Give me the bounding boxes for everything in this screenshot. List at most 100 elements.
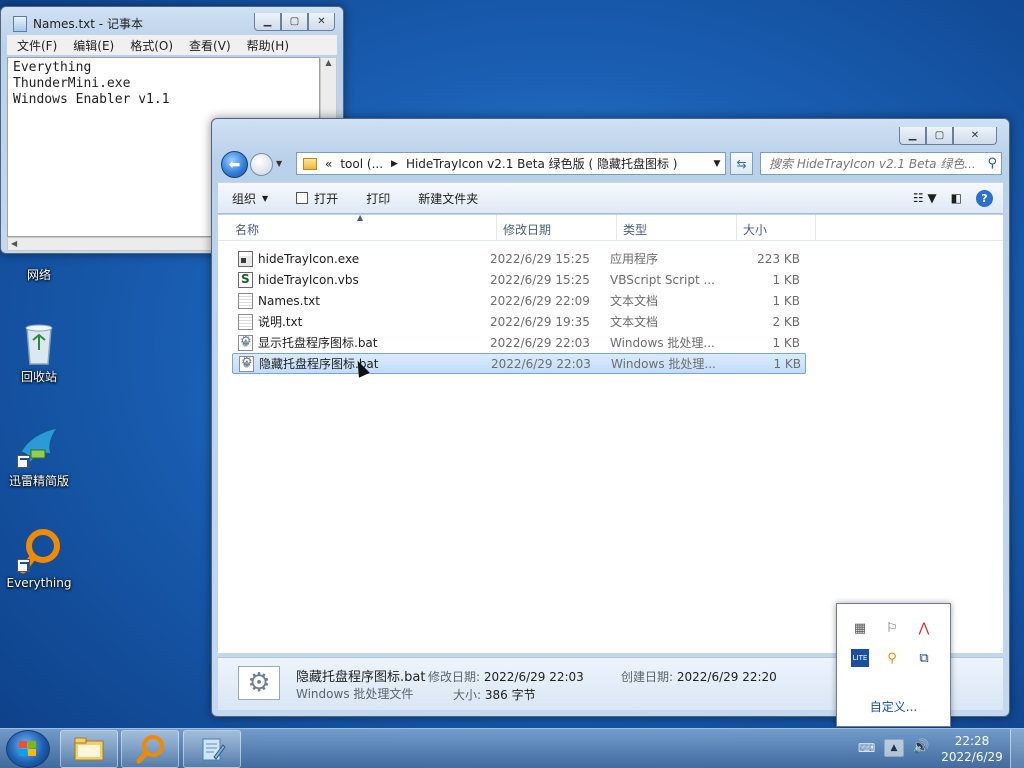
- search-icon[interactable]: ⚲: [987, 156, 997, 171]
- address-dropdown-icon[interactable]: ▼: [709, 159, 725, 169]
- search-box[interactable]: 搜索 HideTrayIcon v2.1 Beta 绿色... ⚲: [760, 152, 1002, 175]
- table-row[interactable]: hideTrayIcon.exe 2022/6/29 15:25 应用程序 22…: [232, 248, 806, 269]
- scroll-left-icon[interactable]: ◀: [11, 239, 17, 248]
- details-size: 大小: 386 字节: [453, 686, 536, 703]
- notepad-titlebar[interactable]: Names.txt - 记事本: [13, 15, 143, 32]
- close-button[interactable]: ✕: [308, 13, 335, 31]
- chevron-down-icon: ▼: [262, 193, 269, 203]
- search-placeholder: 搜索 HideTrayIcon v2.1 Beta 绿色...: [769, 157, 976, 171]
- close-button[interactable]: ✕: [953, 127, 997, 145]
- app-triangle-icon[interactable]: ⋀: [915, 619, 933, 637]
- minimize-button[interactable]: ▁: [899, 127, 926, 145]
- command-bar: 组织 ▼ 打开 打印 新建文件夹 ☷ ▼ ◧ ?: [218, 182, 1003, 214]
- refresh-icon: ⇆: [736, 156, 747, 171]
- taskbar-everything-button[interactable]: [121, 730, 179, 768]
- desktop-icon-thunder[interactable]: 迅雷精简版: [0, 424, 78, 489]
- address-bar[interactable]: « tool (... ▶ HideTrayIcon v2.1 Beta 绿色版…: [296, 152, 726, 175]
- menu-file[interactable]: 文件(F): [9, 37, 65, 54]
- maximize-button[interactable]: ▢: [281, 13, 308, 31]
- forward-button[interactable]: [250, 153, 273, 176]
- file-date: 2022/6/29 22:03: [490, 335, 590, 350]
- menu-format[interactable]: 格式(O): [122, 37, 181, 54]
- chevron-up-icon: ▲: [890, 743, 898, 753]
- tray-icon-grid: ▦ ⚐ ⋀ LITE ⚲ ⧉: [851, 619, 947, 667]
- notepad-icon: [202, 738, 226, 761]
- breadcrumb-current[interactable]: HideTrayIcon v2.1 Beta 绿色版 ( 隐藏托盘图标 ): [406, 155, 678, 172]
- file-type: 文本文档: [610, 294, 659, 308]
- desktop-icon-recycle-bin[interactable]: 回收站: [0, 320, 78, 385]
- maximize-icon: ▢: [289, 16, 300, 27]
- details-file-type: Windows 批处理文件: [296, 687, 414, 701]
- command-bar-right: ☷ ▼ ◧ ?: [913, 189, 1003, 207]
- open-button[interactable]: 打开: [282, 190, 352, 207]
- taskbar-notepad-button[interactable]: [183, 730, 241, 768]
- keyboard-icon[interactable]: ⌨: [858, 741, 875, 755]
- taskbar-explorer-button[interactable]: [60, 730, 118, 768]
- file-size: 1 KB: [772, 335, 800, 350]
- recent-pages-dropdown[interactable]: ▼: [276, 159, 282, 168]
- close-icon: ✕: [317, 16, 326, 27]
- windows-tray-icon[interactable]: ⧉: [915, 649, 933, 667]
- file-date: 2022/6/29 22:09: [490, 293, 590, 308]
- taskbar: ⌨ ▲ 🔊 22:28 2022/6/29: [0, 728, 1024, 768]
- clock-time: 22:28: [954, 734, 990, 748]
- folder-icon: [303, 157, 317, 170]
- scroll-up-icon[interactable]: ▲: [325, 58, 331, 67]
- preview-pane-icon[interactable]: ◧: [951, 191, 962, 205]
- close-icon: ✕: [970, 130, 980, 141]
- menu-help[interactable]: 帮助(H): [239, 37, 297, 54]
- desktop-icon-label: 迅雷精简版: [8, 474, 69, 488]
- menu-view[interactable]: 查看(V): [181, 37, 239, 54]
- maximize-button[interactable]: ▢: [926, 127, 953, 145]
- open-label: 打开: [314, 191, 339, 206]
- desktop-icon-label: Everything: [6, 576, 72, 590]
- clock-date: 2022/6/29: [941, 750, 1003, 764]
- column-headers: 名称 修改日期 类型 大小: [218, 215, 1003, 241]
- system-clock[interactable]: 22:28 2022/6/29: [940, 733, 1004, 765]
- desktop-icon-label: 网络: [26, 268, 51, 282]
- table-row[interactable]: 说明.txt 2022/6/29 19:35 文本文档 2 KB: [232, 311, 806, 332]
- customize-link[interactable]: 自定义...: [837, 698, 950, 715]
- start-button[interactable]: [6, 730, 50, 768]
- breadcrumb-overflow[interactable]: «: [325, 157, 332, 171]
- file-rows: hideTrayIcon.exe 2022/6/29 15:25 应用程序 22…: [232, 248, 806, 374]
- help-icon[interactable]: ?: [976, 189, 993, 207]
- everything-magnifier-icon: [136, 735, 164, 764]
- file-name: Names.txt: [258, 293, 320, 308]
- column-header-type[interactable]: 类型: [617, 215, 737, 240]
- refresh-button[interactable]: ⇆: [730, 152, 753, 175]
- minimize-icon: ▁: [263, 16, 272, 27]
- everything-tray-icon[interactable]: ⚲: [883, 649, 901, 667]
- details-file-name: 隐藏托盘程序图标.bat: [296, 670, 426, 685]
- table-row[interactable]: hideTrayIcon.vbs 2022/6/29 15:25 VBScrip…: [232, 269, 806, 290]
- modified-value: 2022/6/29 22:03: [483, 670, 584, 684]
- show-hidden-icons-button[interactable]: ▲: [884, 739, 904, 757]
- file-list-pane[interactable]: 名称 修改日期 类型 大小 ▲ hideTrayIcon.exe 2022/6/…: [218, 213, 1003, 653]
- show-desktop-button[interactable]: [1010, 729, 1024, 768]
- new-folder-button[interactable]: 新建文件夹: [404, 190, 492, 207]
- batch-file-icon: [238, 334, 253, 351]
- print-button[interactable]: 打印: [352, 190, 404, 207]
- back-button[interactable]: ⬅: [221, 151, 248, 178]
- menu-edit[interactable]: 编辑(E): [65, 37, 122, 54]
- table-row[interactable]: Names.txt 2022/6/29 22:09 文本文档 1 KB: [232, 290, 806, 311]
- view-options-icon[interactable]: ☷ ▼: [913, 191, 937, 205]
- breadcrumb-tool[interactable]: tool (...: [340, 157, 383, 171]
- action-center-flag-icon[interactable]: ⚐: [883, 619, 901, 637]
- minimize-icon: ▁: [908, 130, 917, 141]
- desktop-icon-everything[interactable]: Everything: [0, 528, 78, 590]
- breadcrumb-arrow-icon[interactable]: ▶: [391, 159, 398, 169]
- table-row[interactable]: 显示托盘程序图标.bat 2022/6/29 22:03 Windows 批处理…: [232, 332, 806, 353]
- thunder-lite-tray-icon[interactable]: LITE: [851, 649, 869, 667]
- back-arrow-icon: ⬅: [228, 156, 241, 173]
- file-date: 2022/6/29 15:25: [490, 251, 590, 266]
- column-header-date[interactable]: 修改日期: [497, 215, 617, 240]
- minimize-button[interactable]: ▁: [254, 13, 281, 31]
- volume-icon[interactable]: 🔊: [912, 739, 929, 755]
- network-tray-icon[interactable]: ▦: [851, 619, 869, 637]
- table-row-selected[interactable]: 隐藏托盘程序图标.bat 2022/6/29 22:03 Windows 批处理…: [232, 353, 806, 374]
- thunder-bird-icon: [17, 424, 61, 468]
- column-header-size[interactable]: 大小: [737, 215, 816, 240]
- created-value: 2022/6/29 22:20: [676, 670, 777, 684]
- organize-button[interactable]: 组织 ▼: [218, 190, 282, 207]
